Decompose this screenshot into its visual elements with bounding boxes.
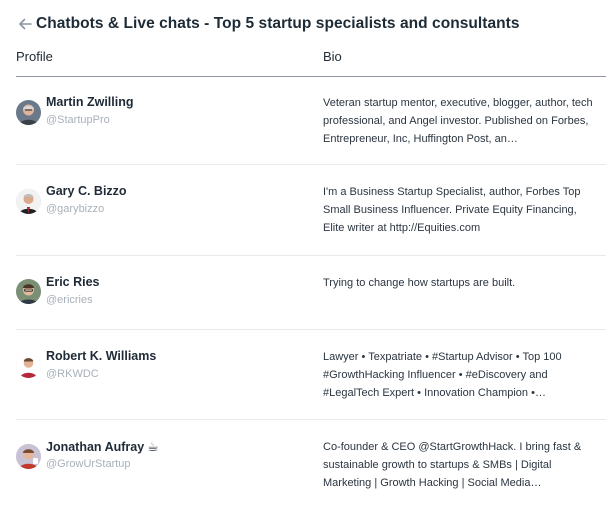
column-header-bio: Bio <box>323 49 342 64</box>
profile-handle[interactable]: @ericries <box>46 294 93 306</box>
profile-bio: Veteran startup mentor, executive, blogg… <box>323 97 593 145</box>
profile-bio: Lawyer • Texpatriate • #Startup Advisor … <box>323 351 562 399</box>
specialists-table: Martin Zwilling @StartupPro Veteran star… <box>16 76 606 509</box>
table-row[interactable]: Eric Ries @ericries Trying to change how… <box>16 256 606 330</box>
profile-name[interactable]: Martin Zwilling <box>46 95 134 109</box>
profile-handle[interactable]: @StartupPro <box>46 114 110 126</box>
arrow-left-icon[interactable] <box>16 15 34 33</box>
profile-name[interactable]: Jonathan Aufray ☕ <box>46 439 159 455</box>
table-row[interactable]: Martin Zwilling @StartupPro Veteran star… <box>16 76 606 165</box>
profile-handle[interactable]: @GrowUrStartup <box>46 458 131 470</box>
profile-bio: Co-founder & CEO @StartGrowthHack. I bri… <box>323 441 582 489</box>
table-row[interactable]: Jonathan Aufray ☕ @GrowUrStartup Co-found… <box>16 420 606 509</box>
table-row[interactable]: Robert K. Williams @RKWDC Lawyer • Texpa… <box>16 330 606 420</box>
table-row[interactable]: Gary C. Bizzo @garybizzo I'm a Business … <box>16 165 606 256</box>
profile-bio: I'm a Business Startup Specialist, autho… <box>323 186 581 234</box>
profile-bio: Trying to change how startups are built. <box>323 277 516 289</box>
profile-handle[interactable]: @garybizzo <box>46 203 104 215</box>
page-title: Chatbots & Live chats - Top 5 startup sp… <box>36 15 520 32</box>
avatar[interactable] <box>16 279 41 304</box>
profile-handle[interactable]: @RKWDC <box>46 368 99 380</box>
profile-name[interactable]: Eric Ries <box>46 275 100 289</box>
profile-name[interactable]: Robert K. Williams <box>46 349 156 363</box>
table-header: Profile Bio <box>16 46 606 77</box>
avatar[interactable] <box>16 100 41 125</box>
avatar[interactable] <box>16 444 41 469</box>
profile-name[interactable]: Gary C. Bizzo <box>46 184 127 198</box>
avatar[interactable] <box>16 353 41 378</box>
page-header: Chatbots & Live chats - Top 5 startup sp… <box>16 12 520 36</box>
column-header-profile: Profile <box>16 49 53 64</box>
avatar[interactable] <box>16 189 41 214</box>
coffee-icon: ☕ <box>147 439 159 454</box>
